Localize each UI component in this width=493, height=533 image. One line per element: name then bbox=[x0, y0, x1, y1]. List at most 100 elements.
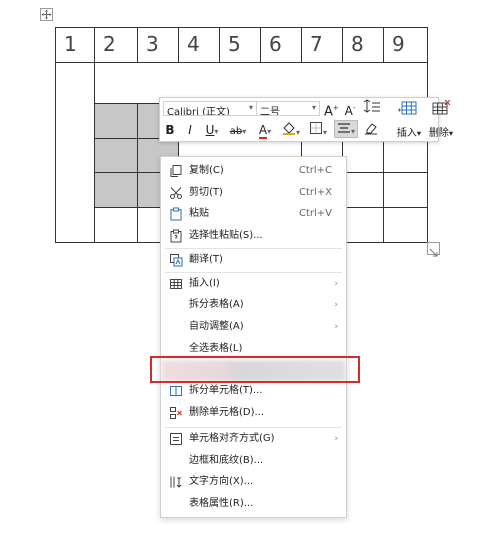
translate-icon bbox=[170, 254, 183, 267]
borders-button[interactable]: ▾ bbox=[306, 121, 330, 142]
table-cell[interactable]: 1 bbox=[55, 27, 95, 63]
menu-item-label: 自动调整(A) bbox=[189, 321, 244, 332]
table-cell[interactable] bbox=[342, 172, 384, 208]
menu-item-translate[interactable]: 翻译(T) bbox=[161, 250, 346, 270]
align-center-icon bbox=[337, 123, 350, 133]
menu-item-label: 拆分单元格(T)... bbox=[189, 385, 263, 396]
menu-item-split-cells[interactable]: 拆分单元格(T)... bbox=[161, 381, 346, 401]
menu-item-label: 插入(I) bbox=[189, 278, 220, 289]
paste-icon bbox=[170, 207, 182, 221]
border-icon bbox=[309, 122, 322, 134]
table-cell[interactable] bbox=[342, 207, 384, 243]
table-cell[interactable]: 2 bbox=[94, 27, 138, 63]
insert-label: 插入 bbox=[396, 128, 417, 139]
menu-item-copy[interactable]: 复制(C) Ctrl+C bbox=[161, 161, 346, 181]
chevron-down-icon: ▾ bbox=[248, 103, 253, 112]
align-button[interactable]: ▾ bbox=[334, 120, 358, 138]
delete-table-button[interactable] bbox=[429, 99, 453, 118]
delete-cells-icon bbox=[170, 407, 182, 419]
font-color-label: A bbox=[258, 123, 268, 139]
table-cell[interactable] bbox=[342, 138, 384, 173]
menu-item-label: 表格属性(R)... bbox=[189, 498, 254, 509]
shrink-font-button[interactable]: A- bbox=[343, 99, 357, 120]
underline-button[interactable]: U▾ bbox=[202, 121, 222, 141]
table-cell[interactable]: 3 bbox=[137, 27, 179, 63]
menu-item-cut[interactable]: 剪切(T) Ctrl+X bbox=[161, 183, 346, 203]
context-menu: 复制(C) Ctrl+C 剪切(T) Ctrl+X 粘贴 Ctrl+V 选择性粘… bbox=[160, 156, 347, 518]
strikethrough-button[interactable]: ab▾ bbox=[226, 121, 250, 141]
chevron-right-icon: › bbox=[334, 279, 338, 289]
table-cell[interactable]: 4 bbox=[178, 27, 220, 63]
menu-item-split-table[interactable]: 拆分表格(A) › bbox=[161, 295, 346, 315]
menu-item-label: 删除单元格(D)... bbox=[189, 407, 265, 418]
line-spacing-button[interactable] bbox=[361, 99, 383, 120]
delete-table-icon bbox=[432, 99, 451, 115]
eraser-icon bbox=[365, 123, 377, 135]
grow-font-button[interactable]: A+ bbox=[324, 99, 339, 121]
font-size-dropdown[interactable]: 二号 ▾ bbox=[256, 101, 320, 116]
mini-toolbar: Calibri (正文) ▾ 二号 ▾ A+ A- B I U▾ ab▾ A▾ bbox=[159, 97, 453, 142]
menu-item-autofit[interactable]: 自动调整(A) › bbox=[161, 317, 346, 337]
table-cell[interactable] bbox=[383, 207, 428, 243]
delete-label-button[interactable]: 删除▾ bbox=[426, 124, 456, 139]
table-cell-selected[interactable] bbox=[94, 172, 138, 208]
font-color-button[interactable]: A▾ bbox=[254, 121, 276, 141]
menu-item-cell-alignment[interactable]: 单元格对齐方式(G) › bbox=[161, 429, 346, 449]
font-name-value: Calibri (正文) bbox=[167, 107, 230, 116]
table-insert-icon bbox=[170, 279, 182, 289]
table-cell-selected[interactable] bbox=[94, 138, 138, 173]
table-resize-handle[interactable] bbox=[427, 242, 440, 257]
table-cell[interactable]: 9 bbox=[383, 27, 428, 63]
split-cells-icon bbox=[170, 386, 182, 396]
menu-item-delete-cells[interactable]: 删除单元格(D)... bbox=[161, 403, 346, 423]
menu-item-insert[interactable]: 插入(I) › bbox=[161, 274, 346, 294]
cell-shading-button[interactable]: ▾ bbox=[279, 121, 303, 142]
menu-item-paste-special[interactable]: 选择性粘贴(S)... bbox=[161, 226, 346, 246]
table-cell[interactable]: 7 bbox=[301, 27, 343, 63]
bold-button[interactable]: B bbox=[164, 121, 176, 139]
insert-table-button[interactable] bbox=[396, 100, 420, 118]
shrink-font-label: A bbox=[344, 104, 353, 118]
menu-separator bbox=[165, 248, 342, 249]
paste-special-icon bbox=[170, 229, 182, 243]
menu-item-shortcut: Ctrl+V bbox=[298, 208, 332, 219]
font-size-value: 二号 bbox=[260, 107, 280, 116]
menu-item-borders-shading[interactable]: 边框和底纹(B)... bbox=[161, 451, 346, 471]
chevron-right-icon: › bbox=[334, 300, 338, 310]
cell-align-icon bbox=[170, 433, 182, 445]
font-name-dropdown[interactable]: Calibri (正文) ▾ bbox=[163, 101, 257, 116]
table-cell[interactable]: 8 bbox=[342, 27, 384, 63]
insert-table-icon bbox=[398, 101, 417, 115]
scissors-icon bbox=[170, 187, 182, 199]
table-move-handle[interactable] bbox=[40, 8, 53, 21]
menu-item-table-properties[interactable]: 表格属性(R)... bbox=[161, 494, 346, 514]
merged-cell-left[interactable] bbox=[55, 62, 95, 243]
menu-item-label: 粘贴 bbox=[189, 208, 209, 219]
menu-item-shortcut: Ctrl+X bbox=[298, 187, 332, 198]
menu-item-label: 边框和底纹(B)... bbox=[189, 455, 264, 466]
delete-label: 删除 bbox=[428, 128, 449, 139]
menu-separator bbox=[165, 427, 342, 428]
menu-item-paste[interactable]: 粘贴 Ctrl+V bbox=[161, 204, 346, 224]
grow-font-label: A bbox=[324, 104, 333, 120]
table-cell[interactable]: 6 bbox=[260, 27, 302, 63]
table-cell[interactable] bbox=[383, 172, 428, 208]
menu-item-text-direction[interactable]: 文字方向(X)... bbox=[161, 472, 346, 492]
menu-item-label: 单元格对齐方式(G) bbox=[189, 433, 275, 444]
menu-item-shortcut: Ctrl+C bbox=[298, 165, 332, 176]
italic-button[interactable]: I bbox=[184, 121, 196, 139]
eraser-button[interactable] bbox=[363, 121, 379, 140]
table-cell-selected[interactable] bbox=[94, 103, 138, 139]
table-cell[interactable] bbox=[94, 207, 138, 243]
strikethrough-label: ab bbox=[229, 126, 243, 137]
insert-label-button[interactable]: 插入▾ bbox=[394, 124, 424, 139]
menu-item-label: 复制(C) bbox=[189, 165, 224, 176]
move-icon bbox=[41, 9, 52, 20]
text-direction-icon bbox=[170, 476, 182, 488]
line-spacing-icon bbox=[363, 99, 380, 113]
table-cell[interactable]: 5 bbox=[219, 27, 261, 63]
table-cell[interactable] bbox=[383, 138, 428, 173]
chevron-down-icon: ▾ bbox=[311, 103, 316, 112]
menu-item-label: 剪切(T) bbox=[189, 187, 223, 198]
resize-icon bbox=[429, 248, 438, 257]
